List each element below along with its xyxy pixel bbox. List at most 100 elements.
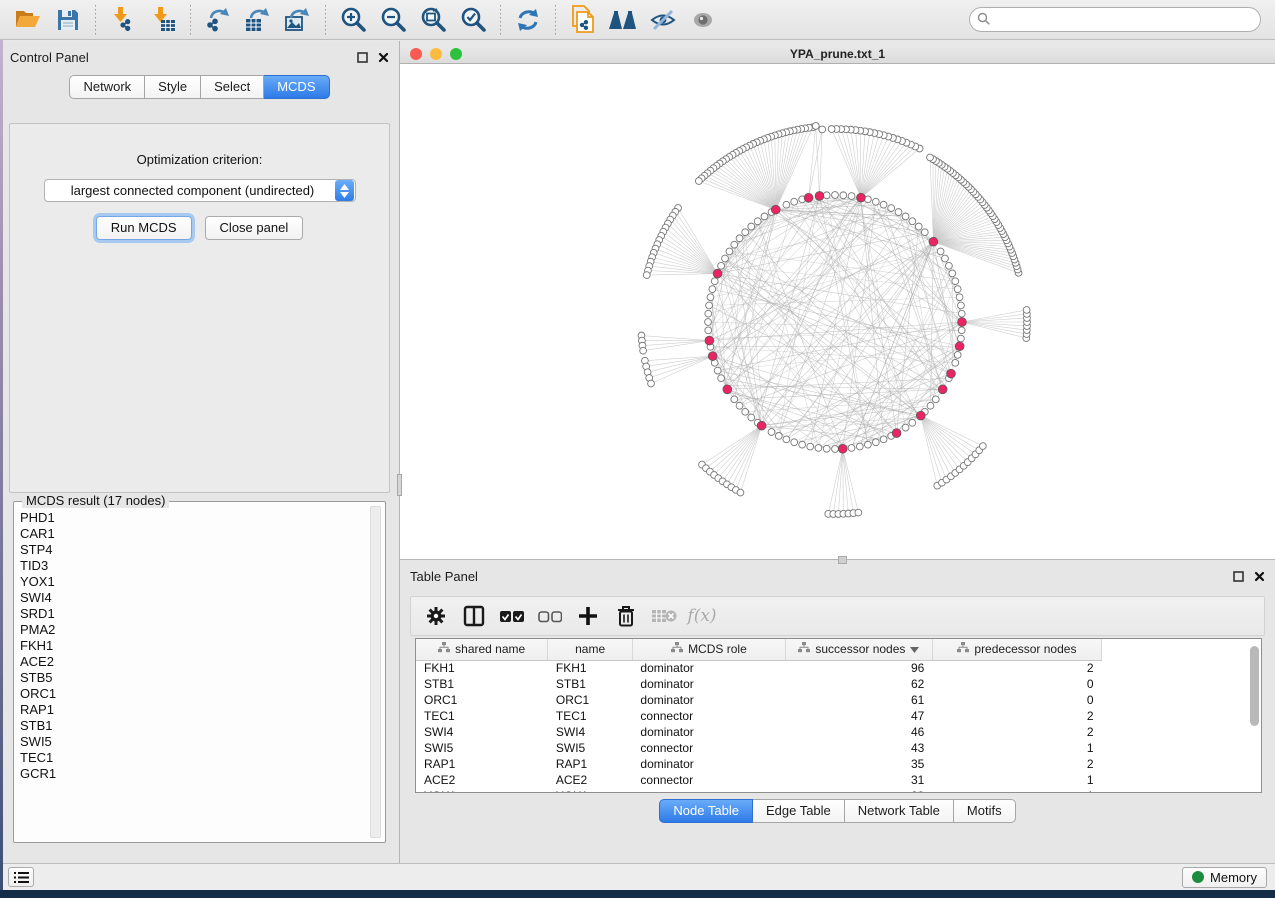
- add-column-icon[interactable]: [569, 599, 607, 633]
- mcds-result-item[interactable]: PHD1: [20, 510, 369, 526]
- table-cell[interactable]: 1: [932, 788, 1101, 793]
- graph-node[interactable]: [832, 192, 839, 199]
- zoom-fit-icon[interactable]: [413, 3, 453, 37]
- save-icon[interactable]: [48, 3, 88, 37]
- graph-node[interactable]: [888, 205, 895, 212]
- table-scrollbar[interactable]: [1249, 640, 1260, 791]
- table-cell[interactable]: 31: [785, 772, 932, 788]
- column-header-name[interactable]: name: [548, 639, 633, 660]
- graph-node[interactable]: [799, 441, 806, 448]
- graph-node[interactable]: [848, 193, 855, 200]
- graph-node[interactable]: [754, 218, 761, 225]
- graph-node[interactable]: [864, 441, 871, 448]
- mcds-hub-node[interactable]: [815, 192, 824, 201]
- mcds-hub-node[interactable]: [771, 205, 780, 214]
- graph-node[interactable]: [942, 255, 949, 262]
- graph-node[interactable]: [718, 262, 725, 269]
- table-cell[interactable]: 43: [785, 740, 932, 756]
- graph-node[interactable]: [880, 436, 887, 443]
- graph-node[interactable]: [952, 278, 959, 285]
- table-cell[interactable]: 2: [932, 724, 1101, 740]
- mcds-result-item[interactable]: TID3: [20, 558, 369, 574]
- graph-node[interactable]: [709, 286, 716, 293]
- graph-node[interactable]: [932, 396, 939, 403]
- mcds-result-item[interactable]: FKH1: [20, 638, 369, 654]
- table-cell[interactable]: 1: [932, 772, 1101, 788]
- graph-node[interactable]: [872, 439, 879, 446]
- table-cell[interactable]: FKH1: [416, 660, 548, 676]
- graph-node[interactable]: [705, 310, 712, 317]
- close-panel-button[interactable]: Close panel: [205, 216, 304, 240]
- table-cell[interactable]: connector: [632, 788, 785, 793]
- table-cell[interactable]: FKH1: [548, 660, 633, 676]
- graph-node[interactable]: [705, 319, 712, 326]
- graph-node[interactable]: [706, 302, 713, 309]
- refresh-icon[interactable]: [508, 3, 548, 37]
- graph-node[interactable]: [823, 445, 830, 452]
- graph-node[interactable]: [783, 436, 790, 443]
- task-history-button[interactable]: [8, 867, 34, 887]
- search-input[interactable]: [969, 7, 1261, 32]
- mcds-result-item[interactable]: ORC1: [20, 686, 369, 702]
- graph-node[interactable]: [718, 375, 725, 382]
- share-document-icon[interactable]: [563, 3, 603, 37]
- graph-node[interactable]: [872, 198, 879, 205]
- mcds-hub-node[interactable]: [929, 237, 938, 246]
- delete-table-icon[interactable]: [645, 599, 683, 633]
- table-row[interactable]: SWI5SWI5connector431: [416, 740, 1102, 756]
- close-panel-icon[interactable]: [378, 52, 389, 63]
- table-cell[interactable]: 62: [785, 676, 932, 692]
- table-cell[interactable]: SWI5: [548, 740, 633, 756]
- graph-node[interactable]: [979, 443, 986, 450]
- table-cell[interactable]: SWI4: [416, 724, 548, 740]
- run-mcds-button[interactable]: Run MCDS: [96, 216, 192, 240]
- mcds-result-item[interactable]: STB1: [20, 718, 369, 734]
- table-cell[interactable]: ORC1: [548, 692, 633, 708]
- network-canvas[interactable]: [400, 64, 1275, 559]
- mcds-hub-node[interactable]: [857, 193, 866, 202]
- table-cell[interactable]: dominator: [632, 692, 785, 708]
- graph-node[interactable]: [742, 408, 749, 415]
- table-cell[interactable]: connector: [632, 740, 785, 756]
- graph-node[interactable]: [909, 218, 916, 225]
- graph-node[interactable]: [915, 223, 922, 230]
- zoom-selected-icon[interactable]: [453, 3, 493, 37]
- float-panel-icon[interactable]: [1233, 571, 1244, 582]
- tab-motifs[interactable]: Motifs: [954, 799, 1016, 823]
- graph-node[interactable]: [815, 445, 822, 452]
- graph-node[interactable]: [823, 192, 830, 199]
- graph-node[interactable]: [648, 380, 655, 387]
- table-cell[interactable]: connector: [632, 708, 785, 724]
- graph-node[interactable]: [956, 294, 963, 301]
- mcds-hub-node[interactable]: [958, 318, 967, 327]
- mcds-result-item[interactable]: TEC1: [20, 750, 369, 766]
- graph-node[interactable]: [722, 255, 729, 262]
- table-cell[interactable]: 47: [785, 708, 932, 724]
- mcds-result-item[interactable]: RAP1: [20, 702, 369, 718]
- hide-selected-icon[interactable]: [643, 3, 683, 37]
- table-cell[interactable]: ACE2: [416, 772, 548, 788]
- graph-node[interactable]: [828, 126, 835, 133]
- function-builder-icon[interactable]: f(x): [683, 599, 721, 633]
- graph-node[interactable]: [856, 443, 863, 450]
- graph-node[interactable]: [832, 446, 839, 453]
- graph-node[interactable]: [643, 272, 650, 279]
- table-cell[interactable]: 2: [932, 756, 1101, 772]
- mcds-hub-node[interactable]: [705, 336, 714, 345]
- table-cell[interactable]: STB1: [416, 676, 548, 692]
- mcds-result-item[interactable]: STP4: [20, 542, 369, 558]
- graph-node[interactable]: [937, 248, 944, 255]
- mcds-hub-node[interactable]: [892, 429, 901, 438]
- tab-style[interactable]: Style: [145, 75, 201, 99]
- graph-node[interactable]: [812, 123, 819, 130]
- export-image-icon[interactable]: [278, 3, 318, 37]
- criterion-dropdown[interactable]: largest connected component (undirected): [44, 179, 356, 202]
- zoom-in-icon[interactable]: [333, 3, 373, 37]
- table-cell[interactable]: 1: [932, 740, 1101, 756]
- table-row[interactable]: YOX1YOX1connector291: [416, 788, 1102, 793]
- table-row[interactable]: ACE2ACE2connector311: [416, 772, 1102, 788]
- tab-network[interactable]: Network: [69, 75, 145, 99]
- graph-node[interactable]: [768, 429, 775, 436]
- table-cell[interactable]: 35: [785, 756, 932, 772]
- graph-node[interactable]: [848, 445, 855, 452]
